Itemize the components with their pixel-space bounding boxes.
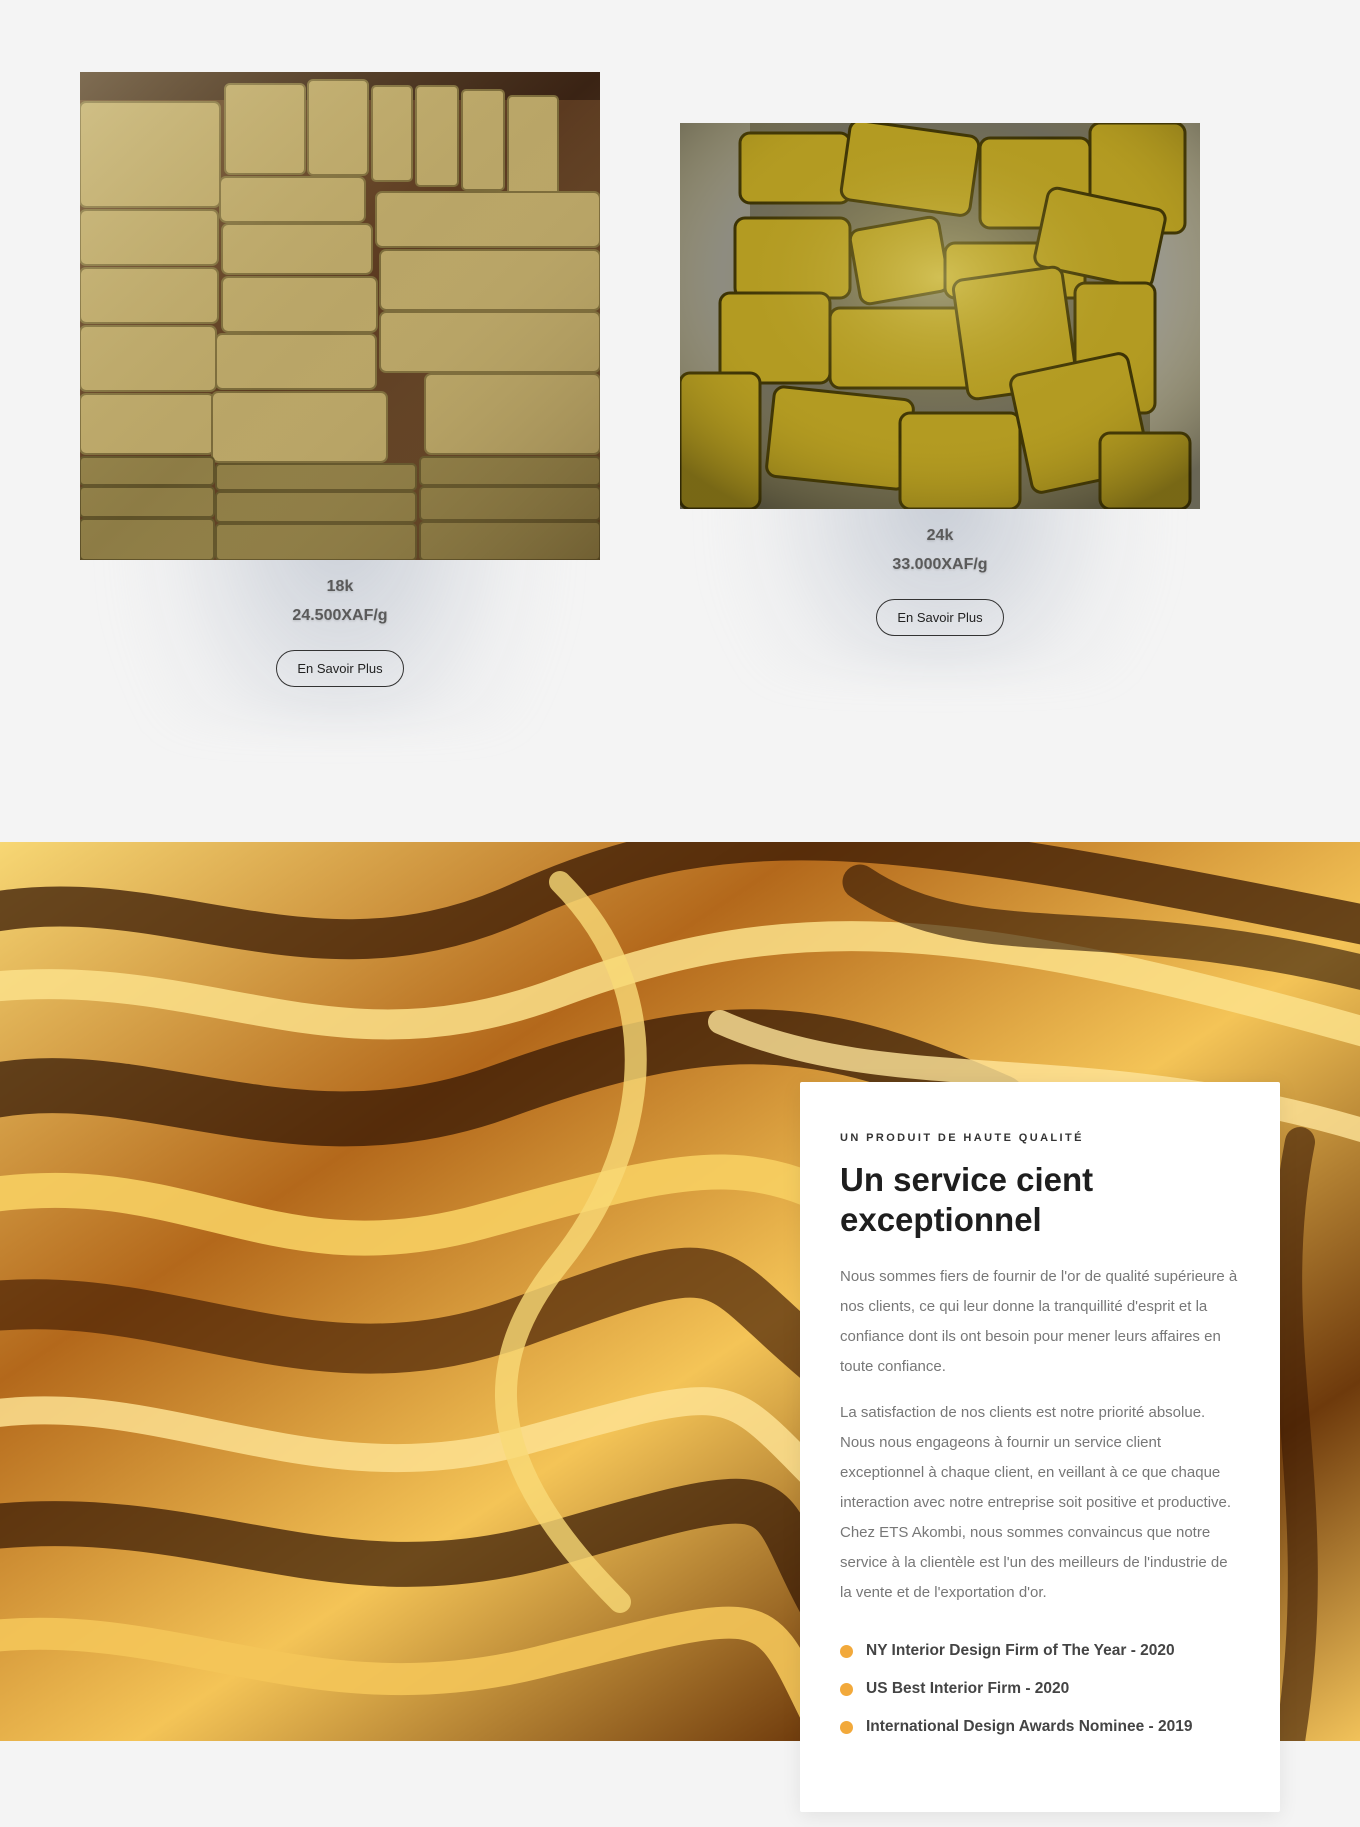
product-card-18k: 18k 24.500XAF/g En Savoir Plus xyxy=(80,72,600,727)
bullet-dot-icon xyxy=(840,1645,853,1658)
learn-more-button[interactable]: En Savoir Plus xyxy=(876,599,1004,636)
award-item: US Best Interior Firm - 2020 xyxy=(840,1670,1240,1708)
award-label: International Design Awards Nominee - 20… xyxy=(866,1718,1193,1735)
product-karat: 24k xyxy=(926,527,954,544)
intro-paragraph: Nous sommes fiers de fournir de l'or de … xyxy=(840,1268,1238,1375)
gold-bars-photo xyxy=(80,72,600,560)
section-eyebrow: UN PRODUIT DE HAUTE QUALITÉ xyxy=(840,1132,1084,1144)
service-paragraph: La satisfaction de nos clients est notre… xyxy=(840,1404,1232,1601)
learn-more-button[interactable]: En Savoir Plus xyxy=(276,650,404,687)
award-item: International Design Awards Nominee - 20… xyxy=(840,1708,1240,1746)
awards-list: NY Interior Design Firm of The Year - 20… xyxy=(840,1632,1240,1746)
product-price: 24.500XAF/g xyxy=(292,607,388,624)
section-title: Un service cient exceptionnel xyxy=(840,1161,1094,1238)
gold-bars-photo xyxy=(680,123,1200,509)
award-item: NY Interior Design Firm of The Year - 20… xyxy=(840,1632,1240,1670)
product-card-24k: 24k 33.000XAF/g En Savoir Plus xyxy=(680,123,1200,676)
award-label: US Best Interior Firm - 2020 xyxy=(866,1680,1070,1697)
service-info-card: UN PRODUIT DE HAUTE QUALITÉ Un service c… xyxy=(800,1082,1280,1812)
product-price: 33.000XAF/g xyxy=(892,556,988,573)
bullet-dot-icon xyxy=(840,1721,853,1734)
product-karat: 18k xyxy=(326,578,354,595)
award-label: NY Interior Design Firm of The Year - 20… xyxy=(866,1642,1175,1659)
products-section: 18k 24.500XAF/g En Savoir Plus 24k 33.00… xyxy=(0,0,1360,842)
bullet-dot-icon xyxy=(840,1683,853,1696)
